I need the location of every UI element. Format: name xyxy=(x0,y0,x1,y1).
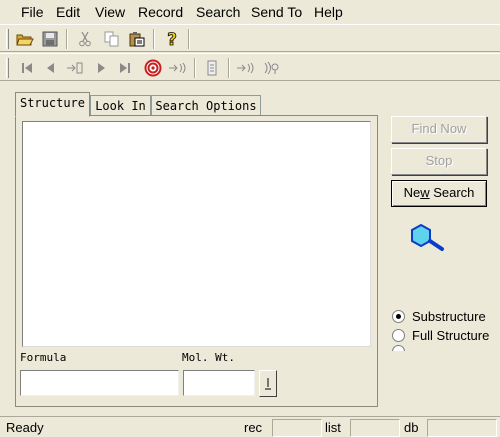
copy-icon[interactable] xyxy=(101,28,123,50)
formula-label: Formula xyxy=(20,351,67,364)
move-to-list-icon[interactable] xyxy=(167,57,189,79)
full-structure-label: Full Structure xyxy=(412,327,490,343)
go-to-record-icon[interactable] xyxy=(64,57,86,79)
mol-wt-operator-button[interactable] xyxy=(259,370,277,397)
find-now-button[interactable]: Find Now xyxy=(391,116,487,143)
new-search-mnemonic: w xyxy=(420,185,430,200)
status-text: Ready xyxy=(6,420,44,435)
toolbar-grip[interactable] xyxy=(6,58,9,78)
target-icon[interactable] xyxy=(142,57,164,79)
record-toolbar xyxy=(0,53,500,81)
help-icon[interactable]: ? xyxy=(161,28,183,50)
menu-edit[interactable]: Edit xyxy=(55,3,81,21)
toolbar-separator xyxy=(194,58,196,78)
toolbar-separator xyxy=(66,29,68,49)
full-structure-radio-button[interactable] xyxy=(392,328,405,342)
rec-label: rec xyxy=(244,420,263,435)
receive-record-icon[interactable] xyxy=(260,57,282,79)
db-label: db xyxy=(404,420,419,435)
save-icon[interactable] xyxy=(39,28,61,50)
menu-file[interactable]: File xyxy=(20,3,45,21)
clipped-radio-button xyxy=(392,345,405,351)
svg-text:?: ? xyxy=(167,30,177,48)
toolbar-separator xyxy=(188,29,190,49)
new-search-button[interactable]: New Search xyxy=(391,180,487,207)
substructure-label: Substructure xyxy=(412,308,486,324)
send-record-icon[interactable] xyxy=(235,57,257,79)
last-record-icon[interactable] xyxy=(114,57,136,79)
rec-field xyxy=(272,419,322,437)
menu-bar: File Edit View Record Search Send To Hel… xyxy=(0,0,500,24)
menu-record[interactable]: Record xyxy=(137,3,184,21)
full-structure-radio[interactable]: Full Structure xyxy=(392,326,489,344)
substructure-radio[interactable]: Substructure xyxy=(392,307,486,325)
next-record-icon[interactable] xyxy=(90,57,112,79)
menu-view[interactable]: View xyxy=(94,3,126,21)
structure-drawing-area[interactable] xyxy=(22,121,371,347)
new-search-label-suffix: Search xyxy=(429,185,475,200)
open-folder-icon[interactable] xyxy=(14,28,36,50)
cut-icon[interactable] xyxy=(74,28,96,50)
first-record-icon[interactable] xyxy=(16,57,38,79)
cyclohexane-ring-icon[interactable] xyxy=(408,222,448,254)
previous-record-icon[interactable] xyxy=(40,57,62,79)
standard-toolbar: ? xyxy=(0,24,500,52)
menu-help[interactable]: Help xyxy=(313,3,344,21)
tab-structure[interactable]: Structure xyxy=(15,92,90,117)
new-search-label: Ne xyxy=(403,185,421,200)
stop-button[interactable]: Stop xyxy=(391,148,487,175)
db-field xyxy=(427,419,497,437)
paste-icon[interactable] xyxy=(126,28,148,50)
list-label: list xyxy=(325,420,341,435)
mol-wt-label: Mol. Wt. xyxy=(182,351,235,364)
menu-send-to[interactable]: Send To xyxy=(250,3,303,21)
substructure-radio-button[interactable] xyxy=(392,309,405,323)
clipped-radio-row xyxy=(392,345,492,351)
toolbar-separator xyxy=(228,58,230,78)
toolbar-grip[interactable] xyxy=(6,29,9,49)
document-icon[interactable] xyxy=(201,57,223,79)
tab-search-options[interactable]: Search Options xyxy=(151,95,261,117)
mol-wt-field[interactable] xyxy=(183,370,255,396)
list-field xyxy=(350,419,400,437)
operator-icon xyxy=(265,378,271,390)
formula-field[interactable] xyxy=(20,370,179,396)
menu-search[interactable]: Search xyxy=(195,3,241,21)
status-bar: Ready rec list db xyxy=(0,416,500,437)
tab-look-in[interactable]: Look In xyxy=(90,95,151,117)
toolbar-separator xyxy=(153,29,155,49)
